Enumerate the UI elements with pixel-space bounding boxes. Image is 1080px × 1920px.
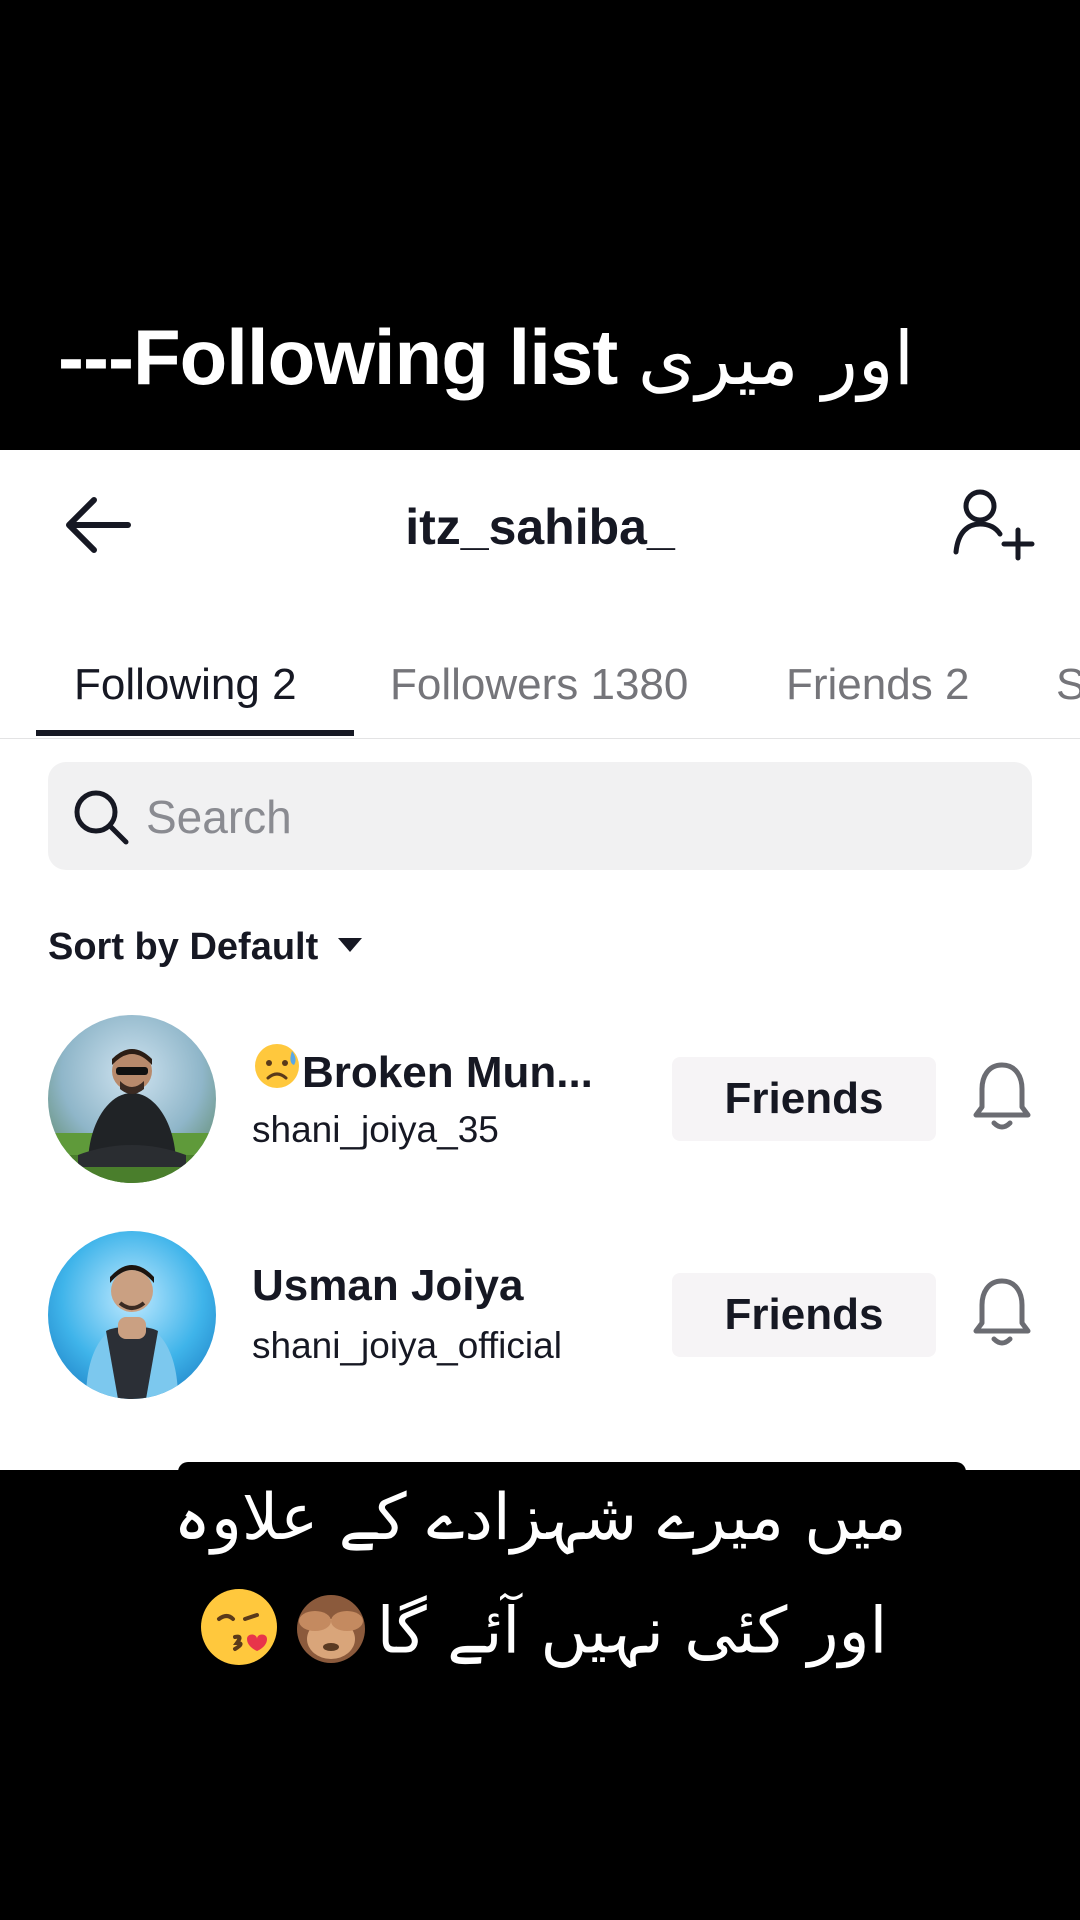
notification-bell-button[interactable] xyxy=(970,1273,1034,1349)
sort-label: Sort by Default xyxy=(48,926,319,968)
following-list-screen: itz_sahiba_ Following 2 Followers 1380 F… xyxy=(0,450,1080,1470)
caption-english: Following list xyxy=(132,313,618,401)
user-display-name[interactable]: Broken Mun... xyxy=(252,1044,593,1106)
page-title: itz_sahiba_ xyxy=(405,499,675,555)
sad-sweat-face-icon xyxy=(252,1041,302,1102)
list-item[interactable]: Usman Joiya shani_joiya_official Friends xyxy=(0,1231,1080,1411)
sort-dropdown[interactable]: Sort by Default xyxy=(48,926,363,969)
search-icon xyxy=(74,790,129,845)
caption-urdu: اور میری xyxy=(637,316,915,402)
user-handle: shani_joiya_official xyxy=(252,1325,562,1366)
top-caption-overlay: ---Following list اور میری xyxy=(0,0,1080,450)
bottom-caption-line-1: میں میرے شہزادے کے علاوہ xyxy=(173,1481,907,1555)
bottom-caption-line-2: اور کئی نہیں آئے گا xyxy=(0,1585,1080,1685)
active-tab-indicator xyxy=(36,730,354,736)
bell-icon xyxy=(973,1062,1031,1130)
tab-bar: Following 2 Followers 1380 Friends 2 S xyxy=(0,630,1080,739)
tab-suggested[interactable]: S xyxy=(1056,630,1080,738)
add-user-button[interactable] xyxy=(950,484,1040,564)
see-no-evil-monkey-icon xyxy=(289,1585,373,1685)
friends-button[interactable]: Friends xyxy=(672,1057,936,1141)
list-item[interactable]: Broken Mun... shani_joiya_35 Friends xyxy=(0,1015,1080,1195)
add-user-icon xyxy=(953,489,1035,561)
notification-bell-button[interactable] xyxy=(970,1057,1034,1133)
avatar[interactable] xyxy=(48,1015,216,1183)
user-handle: shani_joiya_35 xyxy=(252,1109,499,1150)
search-input[interactable] xyxy=(144,762,1008,872)
tab-following[interactable]: Following 2 xyxy=(74,630,297,738)
kiss-face-icon xyxy=(197,1585,281,1685)
search-bar[interactable] xyxy=(48,762,1032,872)
friends-button[interactable]: Friends xyxy=(672,1273,936,1357)
bottom-caption-line-2-text: اور کئی نہیں آئے گا xyxy=(376,1594,888,1669)
caret-down-icon xyxy=(338,937,363,952)
top-nav-bar: itz_sahiba_ xyxy=(0,450,1080,600)
top-caption: ---Following list اور میری xyxy=(58,318,915,396)
tab-friends[interactable]: Friends 2 xyxy=(786,630,969,738)
caption-prefix: --- xyxy=(58,313,134,401)
avatar[interactable] xyxy=(48,1231,216,1399)
user-name-text: Broken Mun... xyxy=(302,1048,593,1098)
user-display-name[interactable]: Usman Joiya xyxy=(252,1261,523,1311)
bell-icon xyxy=(973,1278,1031,1346)
tab-followers[interactable]: Followers 1380 xyxy=(390,630,688,738)
